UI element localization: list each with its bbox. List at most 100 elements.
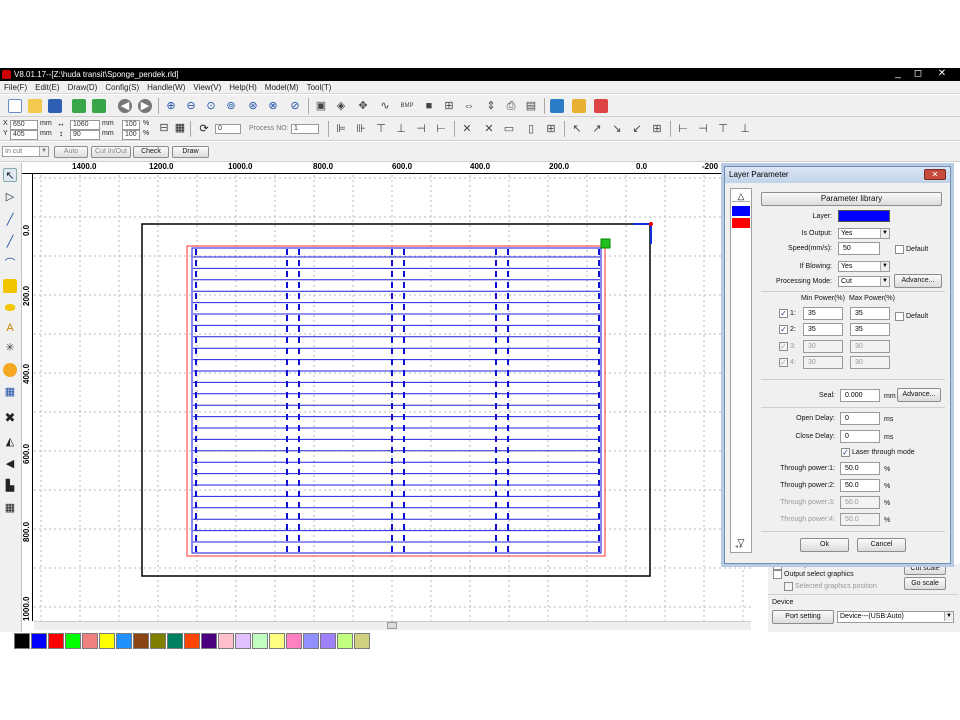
min-power-2-field[interactable]: 35 bbox=[803, 323, 843, 336]
pan-icon[interactable]: ✥ bbox=[356, 99, 370, 113]
undo-icon[interactable]: ◀ bbox=[118, 99, 132, 113]
menu-tool[interactable]: Tool(T) bbox=[303, 81, 336, 94]
ok-button[interactable]: Ok bbox=[800, 538, 849, 552]
same-height-icon[interactable]: ▯ bbox=[524, 122, 538, 136]
palette-swatch[interactable] bbox=[116, 633, 132, 649]
max-power-3-field[interactable]: 30 bbox=[850, 340, 890, 353]
monitor-icon[interactable] bbox=[550, 99, 564, 113]
blowing-select[interactable]: Yes ▼ bbox=[838, 261, 890, 272]
move-center-icon[interactable]: ⊞ bbox=[650, 122, 664, 136]
palette-swatch[interactable] bbox=[167, 633, 183, 649]
rotate-icon[interactable]: ⟳ bbox=[197, 122, 211, 136]
palette-swatch[interactable] bbox=[303, 633, 319, 649]
minimize-button[interactable]: _ bbox=[890, 69, 906, 80]
layer-color-swatch[interactable] bbox=[838, 210, 890, 222]
text-icon[interactable]: A bbox=[3, 321, 17, 335]
palette-swatch[interactable] bbox=[269, 633, 285, 649]
mirror-h-icon[interactable]: ⇔ bbox=[462, 99, 476, 113]
array-icon[interactable]: ■ bbox=[422, 99, 436, 113]
process-no-field[interactable]: 1 bbox=[291, 124, 319, 134]
speed-field[interactable]: 50 bbox=[838, 242, 880, 255]
save-icon[interactable] bbox=[48, 99, 62, 113]
print-icon[interactable]: ⎙ bbox=[504, 99, 518, 113]
palette-swatch[interactable] bbox=[133, 633, 149, 649]
lock-icon[interactable]: ▦ bbox=[173, 121, 187, 135]
zoom-in-icon[interactable]: ⊕ bbox=[164, 99, 178, 113]
rect-select-icon[interactable]: ▣ bbox=[314, 99, 328, 113]
horizontal-scrollbar[interactable] bbox=[34, 621, 751, 630]
maximize-button[interactable]: ◻ bbox=[910, 69, 926, 80]
max-power-1-field[interactable]: 35 bbox=[850, 307, 890, 320]
power-4-checkbox[interactable]: ✓ bbox=[779, 358, 788, 367]
menu-view[interactable]: View(V) bbox=[189, 81, 225, 94]
move-right-icon[interactable]: ⊣ bbox=[696, 122, 710, 136]
palette-swatch[interactable] bbox=[286, 633, 302, 649]
curve-draw-icon[interactable]: ⌒ bbox=[3, 257, 17, 271]
palette-swatch[interactable] bbox=[252, 633, 268, 649]
align-right-icon[interactable]: ⊪ bbox=[354, 122, 368, 136]
palette-swatch[interactable] bbox=[82, 633, 98, 649]
scroll-down-icon[interactable]: ▽ bbox=[731, 537, 751, 550]
layer-tool-icon[interactable] bbox=[572, 99, 586, 113]
import-icon[interactable] bbox=[72, 99, 86, 113]
power-3-checkbox[interactable]: ✓ bbox=[779, 342, 788, 351]
mirror-tool-h-icon[interactable]: ◭ bbox=[3, 435, 17, 449]
color-tool-icon[interactable] bbox=[594, 99, 608, 113]
seal-advance-button[interactable]: Advance... bbox=[897, 388, 941, 402]
draw-button[interactable]: Draw bbox=[172, 146, 209, 158]
new-file-icon[interactable] bbox=[8, 99, 22, 113]
distribute-h-icon[interactable]: ✕ bbox=[460, 122, 474, 136]
bmp-icon[interactable]: BMP bbox=[400, 99, 414, 113]
palette-swatch[interactable] bbox=[99, 633, 115, 649]
parameter-library-button[interactable]: Parameter library bbox=[761, 192, 942, 206]
drawing-canvas[interactable] bbox=[34, 175, 751, 621]
speed-default-checkbox[interactable] bbox=[895, 245, 904, 254]
document-icon[interactable]: ▤ bbox=[524, 99, 538, 113]
zoom-page-icon[interactable]: ⊚ bbox=[224, 99, 238, 113]
menu-file[interactable]: File(F) bbox=[0, 81, 31, 94]
auto-button[interactable]: Auto bbox=[54, 146, 88, 158]
power-2-checkbox[interactable]: ✓ bbox=[779, 325, 788, 334]
cut-mode-select[interactable]: In cut ▼ bbox=[2, 146, 49, 157]
mirror-tool-v-icon[interactable]: ◀ bbox=[3, 457, 17, 471]
palette-swatch[interactable] bbox=[14, 633, 30, 649]
select-arrow-icon[interactable]: ↖ bbox=[3, 168, 17, 182]
port-setting-button[interactable]: Port setting bbox=[772, 610, 834, 624]
grid-array-icon[interactable]: ▦ bbox=[3, 385, 17, 399]
export-icon[interactable] bbox=[92, 99, 106, 113]
rectangle-icon[interactable] bbox=[3, 279, 17, 293]
move-up-icon[interactable]: ⊤ bbox=[716, 122, 730, 136]
palette-swatch[interactable] bbox=[218, 633, 234, 649]
max-power-2-field[interactable]: 35 bbox=[850, 323, 890, 336]
lock-ratio-icon[interactable]: ⊟ bbox=[157, 121, 171, 135]
curve-icon[interactable]: ∿ bbox=[378, 99, 392, 113]
align-top-icon[interactable]: ⊤ bbox=[374, 122, 388, 136]
open-delay-field[interactable]: 0 bbox=[840, 412, 880, 425]
polyline-icon[interactable]: ╱ bbox=[3, 235, 17, 249]
node-edit-icon[interactable]: ◈ bbox=[334, 99, 348, 113]
align-bottom-icon[interactable]: ⊥ bbox=[394, 122, 408, 136]
move-bottomright-icon[interactable]: ↘ bbox=[610, 122, 624, 136]
palette-swatch[interactable] bbox=[201, 633, 217, 649]
through-power-2-field[interactable]: 50.0 bbox=[840, 479, 880, 492]
menu-help[interactable]: Help(H) bbox=[225, 81, 261, 94]
zoom-all-icon[interactable]: ⊘ bbox=[288, 99, 302, 113]
cut-scale-button[interactable]: Cut scale bbox=[904, 563, 946, 575]
palette-swatch[interactable] bbox=[337, 633, 353, 649]
menu-edit[interactable]: Edit(E) bbox=[31, 81, 63, 94]
through-power-4-field[interactable]: 50.0 bbox=[840, 513, 880, 526]
menu-model[interactable]: Model(M) bbox=[261, 81, 303, 94]
node-arrow-icon[interactable]: ▷ bbox=[3, 190, 17, 204]
align-tool-icon[interactable]: ▙ bbox=[3, 479, 17, 493]
scroll-up-icon[interactable]: △ bbox=[732, 190, 750, 202]
check-button[interactable]: Check bbox=[133, 146, 169, 158]
palette-swatch[interactable] bbox=[354, 633, 370, 649]
point-icon[interactable]: ✳ bbox=[3, 341, 17, 355]
through-power-3-field[interactable]: 50.0 bbox=[840, 496, 880, 509]
move-topright-icon[interactable]: ↗ bbox=[590, 122, 604, 136]
zoom-fit-icon[interactable]: ⊛ bbox=[246, 99, 260, 113]
rotate-field[interactable]: 0 bbox=[215, 124, 241, 134]
power-default-checkbox[interactable] bbox=[895, 312, 904, 321]
zoom-select-icon[interactable]: ⊙ bbox=[204, 99, 218, 113]
zoom-window-icon[interactable]: ⊗ bbox=[266, 99, 280, 113]
